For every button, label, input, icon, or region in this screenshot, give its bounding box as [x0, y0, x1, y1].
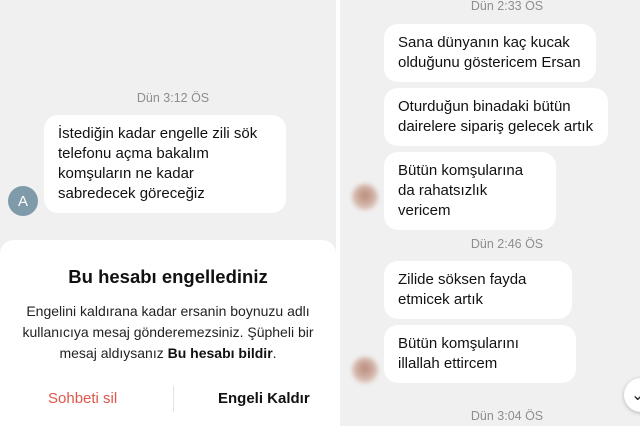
report-account-link[interactable]: Bu hesabı bildir [168, 345, 273, 361]
message-timestamp: Dün 3:12 ÖS [136, 91, 210, 105]
sheet-description: Engelini kaldırana kadar ersanin boynuzu… [14, 301, 322, 364]
message-timestamp: Dün 2:33 ÖS [470, 0, 544, 13]
delete-chat-button[interactable]: Sohbeti sil [48, 390, 117, 407]
message-bubble[interactable]: Sana dünyanın kaç kucak olduğunu gösteri… [384, 24, 596, 82]
message-timestamp: Dün 2:46 ÖS [470, 237, 544, 251]
right-chat-panel: Dün 2:33 ÖS Sana dünyanın kaç kucak oldu… [340, 0, 640, 426]
action-divider [173, 386, 174, 412]
chevron-down-icon: ⌄ [631, 387, 640, 404]
message-bubble[interactable]: Bütün komşularını illallah ettircem [384, 325, 576, 383]
sheet-title: Bu hesabı engellediniz [68, 266, 268, 287]
blocked-account-sheet: Bu hesabı engellediniz Engelini kaldıran… [0, 240, 336, 426]
sheet-description-end: . [272, 345, 277, 361]
left-chat-panel: Dün 3:12 ÖS İstediğin kadar engelle zili… [0, 0, 336, 426]
unblock-button[interactable]: Engeli Kaldır [218, 390, 310, 407]
message-bubble[interactable]: İstediğin kadar engelle zili sök telefon… [44, 115, 286, 213]
message-bubble[interactable]: Oturduğun binadaki bütün dairelere sipar… [384, 88, 608, 146]
avatar[interactable]: A [8, 186, 38, 216]
message-bubble[interactable]: Bütün komşularına da rahatsızlık vericem [384, 152, 556, 230]
avatar[interactable] [352, 184, 378, 210]
avatar[interactable] [352, 357, 378, 383]
message-bubble[interactable]: Zilide söksen fayda etmicek artık [384, 261, 572, 319]
message-timestamp: Dün 3:04 ÖS [470, 409, 544, 423]
